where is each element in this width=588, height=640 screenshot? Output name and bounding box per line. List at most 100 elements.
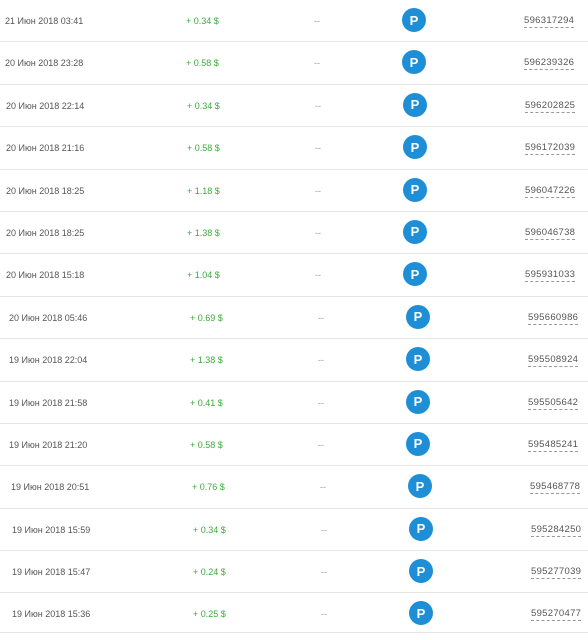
transaction-id-link[interactable]: 596046738 xyxy=(525,227,576,240)
transaction-amount: + 1.38 $ xyxy=(190,355,223,366)
payeer-p-icon: P xyxy=(403,92,427,117)
transaction-id-link[interactable]: 595468778 xyxy=(530,481,581,495)
payment-method-letter: P xyxy=(416,605,426,621)
payment-method-badge: P xyxy=(403,92,427,117)
payment-method-badge: P xyxy=(403,135,427,160)
payment-method-letter: P xyxy=(409,54,419,70)
payment-method-badge: P xyxy=(402,8,426,32)
transaction-id-link[interactable]: 595931033 xyxy=(525,269,576,283)
transaction-date: 20 Июн 2018 23:28 xyxy=(5,58,84,69)
payment-method-letter: P xyxy=(410,182,420,198)
transaction-id-link[interactable]: 595284250 xyxy=(531,524,582,537)
payment-method-letter: P xyxy=(413,309,423,325)
payeer-p-icon: P xyxy=(406,304,430,329)
transaction-status: -- xyxy=(314,16,320,26)
transaction-date: 19 Июн 2018 15:47 xyxy=(12,567,91,578)
transaction-date: 20 Июн 2018 15:18 xyxy=(6,270,85,281)
payeer-p-icon: P xyxy=(403,262,427,287)
transaction-status: -- xyxy=(318,439,324,450)
transaction-status: -- xyxy=(315,100,321,111)
table-row: 19 Июн 2018 22:04 + 1.38 $ -- P 595508924 xyxy=(0,339,588,382)
table-row: 20 Июн 2018 18:25 + 1.38 $ -- P 596046738 xyxy=(0,212,588,255)
payeer-p-icon: P xyxy=(403,219,427,244)
transaction-id-link[interactable]: 596239326 xyxy=(524,57,575,71)
transaction-id-link[interactable]: 595485241 xyxy=(528,439,579,452)
payment-method-badge: P xyxy=(406,304,430,329)
transaction-amount: + 0.69 $ xyxy=(190,312,223,323)
payment-method-letter: P xyxy=(413,394,423,410)
transaction-amount: + 0.34 $ xyxy=(193,524,226,535)
transaction-id-link[interactable]: 596047226 xyxy=(525,185,576,198)
table-row: 20 Июн 2018 18:25 + 1.18 $ -- P 596047226 xyxy=(0,170,588,212)
payment-method-badge: P xyxy=(409,559,433,584)
payeer-p-icon: P xyxy=(409,516,433,541)
transaction-id-link[interactable]: 595277039 xyxy=(531,566,582,580)
transaction-amount: + 0.34 $ xyxy=(186,16,219,26)
transaction-status: -- xyxy=(318,312,324,323)
transaction-date: 19 Июн 2018 15:59 xyxy=(12,524,91,535)
transaction-status: -- xyxy=(315,270,321,281)
payeer-p-icon: P xyxy=(403,135,427,160)
transaction-date: 19 Июн 2018 21:58 xyxy=(9,397,88,408)
transaction-id-link[interactable]: 595508924 xyxy=(528,354,579,368)
payment-method-badge: P xyxy=(402,50,426,75)
payment-method-badge: P xyxy=(406,431,430,456)
transaction-amount: + 0.76 $ xyxy=(192,482,225,493)
payeer-p-icon: P xyxy=(408,474,432,499)
transaction-date: 20 Июн 2018 05:46 xyxy=(9,312,88,323)
payeer-p-icon: P xyxy=(409,601,433,626)
payeer-p-icon: P xyxy=(402,50,426,75)
transaction-date: 20 Июн 2018 18:25 xyxy=(6,185,85,196)
table-row: 19 Июн 2018 15:36 + 0.25 $ -- P 595270477 xyxy=(0,593,588,634)
transaction-date: 19 Июн 2018 21:20 xyxy=(9,439,88,450)
payment-method-letter: P xyxy=(410,97,420,113)
payment-method-badge: P xyxy=(406,347,430,372)
payment-method-letter: P xyxy=(415,478,425,494)
payment-method-badge: P xyxy=(403,219,427,244)
transactions-table: 21 Июн 2018 03:41 + 0.34 $ -- P 596317294 20 … xyxy=(0,0,588,634)
transaction-date: 19 Июн 2018 20:51 xyxy=(11,482,90,493)
transaction-status: -- xyxy=(318,397,324,408)
payment-method-letter: P xyxy=(410,139,420,155)
transaction-amount: + 0.58 $ xyxy=(187,143,220,154)
payeer-p-icon: P xyxy=(406,347,430,372)
transaction-amount: + 0.25 $ xyxy=(193,609,226,620)
transaction-status: -- xyxy=(315,143,321,154)
transaction-status: -- xyxy=(318,355,324,366)
transaction-id-link[interactable]: 595505642 xyxy=(528,397,579,410)
transaction-id-link[interactable]: 595660986 xyxy=(528,312,579,325)
transaction-amount: + 1.38 $ xyxy=(187,227,220,238)
payment-method-badge: P xyxy=(406,389,430,414)
transaction-id-link[interactable]: 596202825 xyxy=(525,100,576,113)
payment-method-letter: P xyxy=(413,351,423,367)
transaction-status: -- xyxy=(321,609,327,620)
table-row: 20 Июн 2018 05:46 + 0.69 $ -- P 595660986 xyxy=(0,297,588,340)
table-row: 19 Июн 2018 15:59 + 0.34 $ -- P 595284250 xyxy=(0,509,588,552)
transaction-amount: + 0.24 $ xyxy=(193,567,226,578)
table-row: 20 Июн 2018 15:18 + 1.04 $ -- P 595931033 xyxy=(0,254,588,297)
transaction-amount: + 0.34 $ xyxy=(187,100,220,111)
transaction-status: -- xyxy=(321,567,327,578)
payeer-p-icon: P xyxy=(406,431,430,456)
payment-method-badge: P xyxy=(403,262,427,287)
payment-method-letter: P xyxy=(416,521,426,537)
transaction-date: 20 Июн 2018 21:16 xyxy=(6,143,85,154)
payment-method-letter: P xyxy=(409,12,419,28)
transaction-status: -- xyxy=(321,524,327,535)
payment-method-letter: P xyxy=(413,436,423,452)
payeer-p-icon: P xyxy=(406,389,430,414)
transaction-amount: + 0.41 $ xyxy=(190,397,223,408)
transaction-date: 19 Июн 2018 22:04 xyxy=(9,355,88,366)
payment-method-letter: P xyxy=(416,563,426,579)
transaction-id-link[interactable]: 596317294 xyxy=(524,15,575,28)
payment-method-badge: P xyxy=(409,516,433,541)
table-row: 19 Июн 2018 21:20 + 0.58 $ -- P 595485241 xyxy=(0,424,588,467)
transaction-id-link[interactable]: 595270477 xyxy=(531,608,582,622)
payeer-p-icon: P xyxy=(402,8,426,32)
transaction-date: 21 Июн 2018 03:41 xyxy=(5,16,84,26)
payeer-p-icon: P xyxy=(403,177,427,202)
transaction-status: -- xyxy=(314,58,320,69)
transaction-id-link[interactable]: 596172039 xyxy=(525,142,576,156)
payment-method-badge: P xyxy=(409,601,433,626)
payment-method-badge: P xyxy=(403,177,427,202)
